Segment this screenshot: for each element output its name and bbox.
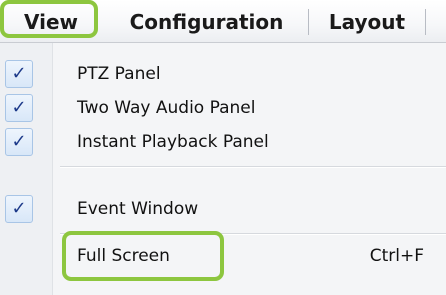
- menu-item-label: Instant Playback Panel: [77, 132, 269, 152]
- menu-item-two-way-audio-panel[interactable]: ✓ Two Way Audio Panel: [0, 91, 446, 125]
- menu-layout[interactable]: Layout: [320, 0, 414, 42]
- menu-item-ptz-panel[interactable]: ✓ PTZ Panel: [0, 57, 446, 91]
- view-dropdown-menu: ✓ PTZ Panel ✓ Two Way Audio Panel ✓ Inst…: [0, 43, 446, 295]
- menu-view[interactable]: View: [0, 0, 102, 42]
- menu-separator: [308, 9, 309, 35]
- menu-item-label: Two Way Audio Panel: [77, 98, 256, 118]
- menu-item-label: PTZ Panel: [77, 64, 161, 84]
- menu-item-event-window[interactable]: ✓ Event Window: [0, 192, 446, 226]
- menu-divider: [60, 166, 446, 168]
- checkmark-icon: ✓: [5, 60, 33, 88]
- checkmark-icon: ✓: [5, 94, 33, 122]
- menu-bar: View Configuration Layout: [0, 0, 446, 43]
- menu-item-full-screen[interactable]: Full Screen Ctrl+F: [0, 239, 446, 273]
- menu-item-instant-playback-panel[interactable]: ✓ Instant Playback Panel: [0, 125, 446, 159]
- menu-item-label: Full Screen: [77, 246, 170, 266]
- menu-separator: [425, 9, 426, 35]
- app-window: View Configuration Layout ✓ PTZ Panel ✓ …: [0, 0, 446, 295]
- menu-divider: [60, 233, 446, 235]
- checkmark-icon: ✓: [5, 195, 33, 223]
- menu-item-label: Event Window: [77, 199, 199, 219]
- checkmark-icon: ✓: [5, 128, 33, 156]
- menu-item-shortcut: Ctrl+F: [369, 246, 424, 266]
- menu-configuration[interactable]: Configuration: [116, 0, 297, 42]
